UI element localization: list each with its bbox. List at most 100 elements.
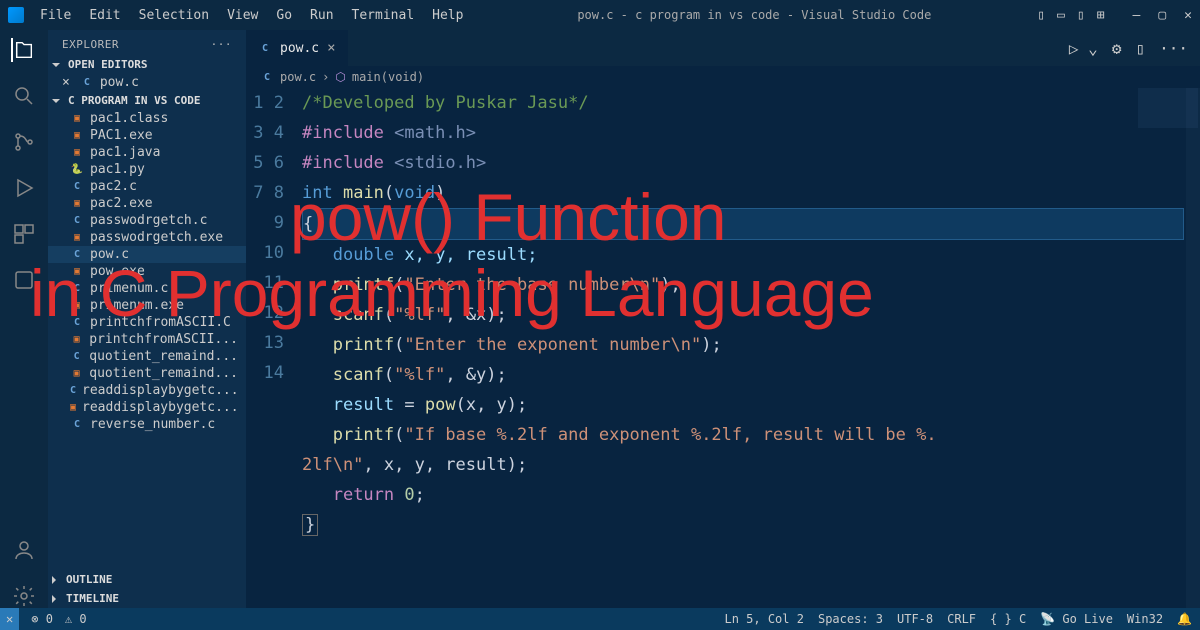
file-item[interactable]: CprintchfromASCII.C <box>48 314 246 331</box>
panel-bottom-icon[interactable]: ▭ <box>1057 8 1065 23</box>
status-bar: ✕ ⊗ 0 ⚠ 0 Ln 5, Col 2 Spaces: 3 UTF-8 CR… <box>0 608 1200 630</box>
notifications-icon[interactable]: 🔔 <box>1177 612 1192 626</box>
outline-section[interactable]: OUTLINE <box>48 570 246 589</box>
code-editor[interactable]: 1 2 3 4 5 6 7 8 9 10 11 12 13 14 /*Devel… <box>246 88 1200 608</box>
open-file-label: pow.c <box>100 75 139 90</box>
menu-go[interactable]: Go <box>268 8 300 23</box>
menu-run[interactable]: Run <box>302 8 341 23</box>
split-editor-icon[interactable]: ▯ <box>1135 39 1145 58</box>
menu-view[interactable]: View <box>219 8 266 23</box>
file-item[interactable]: ▣ printchfromASCII... <box>48 331 246 348</box>
run-debug-icon[interactable] <box>12 176 36 200</box>
file-label: pow.exe <box>90 264 145 279</box>
indent-spaces[interactable]: Spaces: 3 <box>818 612 883 626</box>
file-item[interactable]: ▣readdisplaybygetc... <box>48 399 246 416</box>
menu-help[interactable]: Help <box>424 8 471 23</box>
file-item[interactable]: ▣ pac1.class <box>48 110 246 127</box>
warning-count[interactable]: ⚠ 0 <box>65 612 87 626</box>
panel-right-icon[interactable]: ▯ <box>1077 8 1085 23</box>
menu-terminal[interactable]: Terminal <box>344 8 423 23</box>
exe-file-icon: ▣ <box>70 333 83 347</box>
file-label: PAC1.exe <box>90 128 153 143</box>
menu-bar: File Edit Selection View Go Run Terminal… <box>32 8 471 23</box>
extensions-icon[interactable] <box>12 222 36 246</box>
tab-pow-c[interactable]: C pow.c × <box>246 30 348 66</box>
go-live[interactable]: 📡 Go Live <box>1040 612 1113 626</box>
file-label: printchfromASCII... <box>89 332 238 347</box>
file-label: quotient_remaind... <box>89 366 238 381</box>
file-label: pac2.c <box>90 179 137 194</box>
file-label: pac1.py <box>90 162 145 177</box>
explorer-more-icon[interactable]: ··· <box>211 38 232 51</box>
menu-edit[interactable]: Edit <box>81 8 128 23</box>
open-editors-section[interactable]: OPEN EDITORS <box>48 55 246 74</box>
breadcrumb-file[interactable]: pow.c <box>280 70 316 84</box>
file-item[interactable]: ▣pow.exe <box>48 263 246 280</box>
title-bar: File Edit Selection View Go Run Terminal… <box>0 0 1200 30</box>
split-settings-icon[interactable]: ⚙ <box>1112 39 1122 58</box>
file-label: pac2.exe <box>90 196 153 211</box>
eol[interactable]: CRLF <box>947 612 976 626</box>
explorer-icon[interactable] <box>11 38 35 62</box>
cursor-position[interactable]: Ln 5, Col 2 <box>724 612 803 626</box>
code-content[interactable]: /*Developed by Puskar Jasu*/ #include <m… <box>302 88 1200 608</box>
file-item[interactable]: Cprimenum.c <box>48 280 246 297</box>
file-item[interactable]: ▣passwodrgetch.exe <box>48 229 246 246</box>
file-item[interactable]: Creaddisplaybygetc... <box>48 382 246 399</box>
menu-file[interactable]: File <box>32 8 79 23</box>
workspace-section[interactable]: C PROGRAM IN VS CODE <box>48 91 246 110</box>
remote-icon[interactable] <box>12 268 36 292</box>
error-count[interactable]: ⊗ 0 <box>31 612 53 626</box>
c-file-icon: C <box>70 214 84 228</box>
close-tab-icon[interactable]: × <box>327 40 335 56</box>
customize-layout-icon[interactable]: ⊞ <box>1097 8 1105 23</box>
open-editor-item[interactable]: × C pow.c <box>48 74 246 91</box>
breadcrumb[interactable]: C pow.c › ⬡ main(void) <box>246 66 1200 88</box>
remote-indicator[interactable]: ✕ <box>0 608 19 630</box>
file-label: pac1.java <box>90 145 160 160</box>
c-file-icon: C <box>80 76 94 90</box>
line-numbers: 1 2 3 4 5 6 7 8 9 10 11 12 13 14 <box>246 88 302 608</box>
account-icon[interactable] <box>12 538 36 562</box>
file-item[interactable]: Cpow.c <box>48 246 246 263</box>
encoding[interactable]: UTF-8 <box>897 612 933 626</box>
maximize-icon[interactable]: ▢ <box>1158 8 1166 23</box>
minimize-icon[interactable]: — <box>1133 8 1141 23</box>
c-file-icon: C <box>70 248 84 262</box>
close-icon[interactable]: × <box>62 75 70 90</box>
file-label: passwodrgetch.exe <box>90 230 223 245</box>
file-label: readdisplaybygetc... <box>82 383 239 398</box>
file-item[interactable]: ▣pac2.exe <box>48 195 246 212</box>
file-item[interactable]: ▣primenum.exe <box>48 297 246 314</box>
tab-more-icon[interactable]: ··· <box>1159 39 1188 58</box>
close-window-icon[interactable]: ✕ <box>1184 8 1192 23</box>
menu-selection[interactable]: Selection <box>131 8 217 23</box>
layout-icon[interactable]: ▯ <box>1037 8 1045 23</box>
c-file-icon: C <box>70 282 84 296</box>
source-control-icon[interactable] <box>12 130 36 154</box>
timeline-section[interactable]: TIMELINE <box>48 589 246 608</box>
file-item[interactable]: Creverse_number.c <box>48 416 246 433</box>
file-label: passwodrgetch.c <box>90 213 207 228</box>
file-label: pac1.class <box>90 111 168 126</box>
file-item[interactable]: Cquotient_remaind... <box>48 348 246 365</box>
file-label: printchfromASCII.C <box>90 315 231 330</box>
c-file-icon: C <box>70 180 84 194</box>
file-item[interactable]: ▣quotient_remaind... <box>48 365 246 382</box>
file-item[interactable]: Cpasswodrgetch.c <box>48 212 246 229</box>
window-title: pow.c - c program in vs code - Visual St… <box>471 8 1037 22</box>
editor-area: C pow.c × ▷ ⌄ ⚙ ▯ ··· C pow.c › ⬡ main(v… <box>246 30 1200 608</box>
file-item[interactable]: ▣PAC1.exe <box>48 127 246 144</box>
file-item[interactable]: 🐍pac1.py <box>48 161 246 178</box>
settings-gear-icon[interactable] <box>12 584 36 608</box>
run-icon[interactable]: ▷ ⌄ <box>1069 39 1098 58</box>
class-file-icon: ▣ <box>70 112 84 126</box>
scrollbar-track[interactable] <box>1186 88 1200 608</box>
platform[interactable]: Win32 <box>1127 612 1163 626</box>
search-icon[interactable] <box>12 84 36 108</box>
language-mode[interactable]: { } C <box>990 612 1026 626</box>
file-item[interactable]: ▣pac1.java <box>48 144 246 161</box>
breadcrumb-symbol[interactable]: main(void) <box>352 70 424 84</box>
c-file-icon: C <box>70 316 84 330</box>
file-item[interactable]: Cpac2.c <box>48 178 246 195</box>
